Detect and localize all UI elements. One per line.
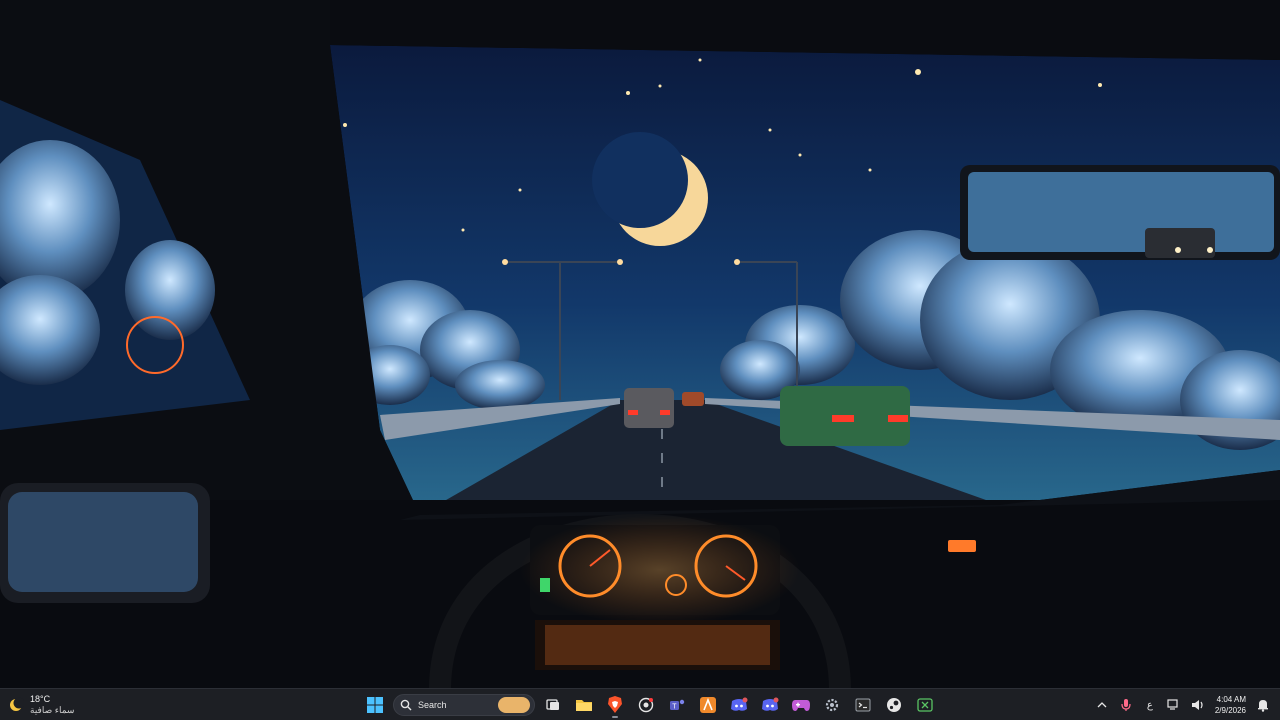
system-tray: ع 4:04 AM 2/9/2026 — [1095, 692, 1280, 718]
weather-temperature: 18°C — [30, 694, 51, 704]
discord-2-button[interactable] — [757, 692, 783, 718]
game-controller-button[interactable] — [788, 692, 814, 718]
search-icon — [400, 699, 412, 711]
affinity-button[interactable] — [695, 692, 721, 718]
terminal-icon — [855, 698, 871, 712]
show-hidden-icons-button[interactable] — [1095, 698, 1109, 712]
folder-icon — [576, 700, 592, 711]
browser-2-button[interactable] — [633, 692, 659, 718]
weather-text: 18°C سماء صافية — [30, 694, 74, 716]
teams-icon: T — [670, 699, 685, 711]
brave-browser-button[interactable] — [602, 692, 628, 718]
windows-logo-icon — [367, 697, 383, 713]
network-button[interactable] — [1167, 698, 1181, 712]
game-controller-icon — [792, 700, 810, 711]
file-explorer-button[interactable] — [571, 692, 597, 718]
teams-button[interactable]: T — [664, 692, 690, 718]
discord-icon — [731, 697, 748, 711]
volume-button[interactable] — [1191, 698, 1205, 712]
network-icon — [1167, 699, 1178, 710]
steam-button[interactable] — [881, 692, 907, 718]
task-view-button[interactable] — [540, 692, 566, 718]
taskbar: 18°C سماء صافية Search T ع 4:04 AM 2/9/2… — [0, 688, 1280, 720]
browser-icon — [638, 697, 654, 713]
discord-icon — [762, 697, 779, 711]
chevron-up-icon — [1097, 702, 1107, 708]
weather-description: سماء صافية — [30, 705, 75, 715]
weather-widget[interactable]: 18°C سماء صافية — [8, 692, 74, 718]
speaker-icon — [1191, 700, 1203, 710]
notifications-button[interactable] — [1256, 698, 1270, 712]
clock-date: 2/9/2026 — [1214, 706, 1246, 715]
clock-time: 4:04 AM — [1216, 695, 1246, 704]
notification-bell-icon — [1258, 700, 1268, 712]
clock[interactable]: 4:04 AM 2/9/2026 — [1215, 694, 1246, 716]
xbox-button[interactable] — [912, 692, 938, 718]
language-indicator[interactable]: ع — [1143, 698, 1157, 712]
search-box[interactable]: Search — [393, 694, 535, 716]
affinity-icon — [700, 697, 716, 713]
search-label: Search — [418, 700, 447, 710]
microphone-button[interactable] — [1119, 698, 1133, 712]
desktop-wallpaper — [0, 0, 1280, 688]
moon-icon — [10, 697, 24, 711]
discord-button[interactable] — [726, 692, 752, 718]
start-button[interactable] — [362, 692, 388, 718]
brave-lion-icon — [608, 696, 622, 713]
taskbar-apps: Search T — [362, 692, 938, 718]
svg-text:T: T — [672, 704, 677, 711]
terminal-button[interactable] — [850, 692, 876, 718]
microphone-icon — [1121, 699, 1131, 711]
settings-button[interactable] — [819, 692, 845, 718]
steam-icon — [887, 698, 901, 712]
task-view-icon — [546, 699, 559, 710]
search-highlight-image — [498, 697, 530, 713]
gear-icon — [825, 698, 839, 712]
xbox-icon — [917, 698, 933, 712]
